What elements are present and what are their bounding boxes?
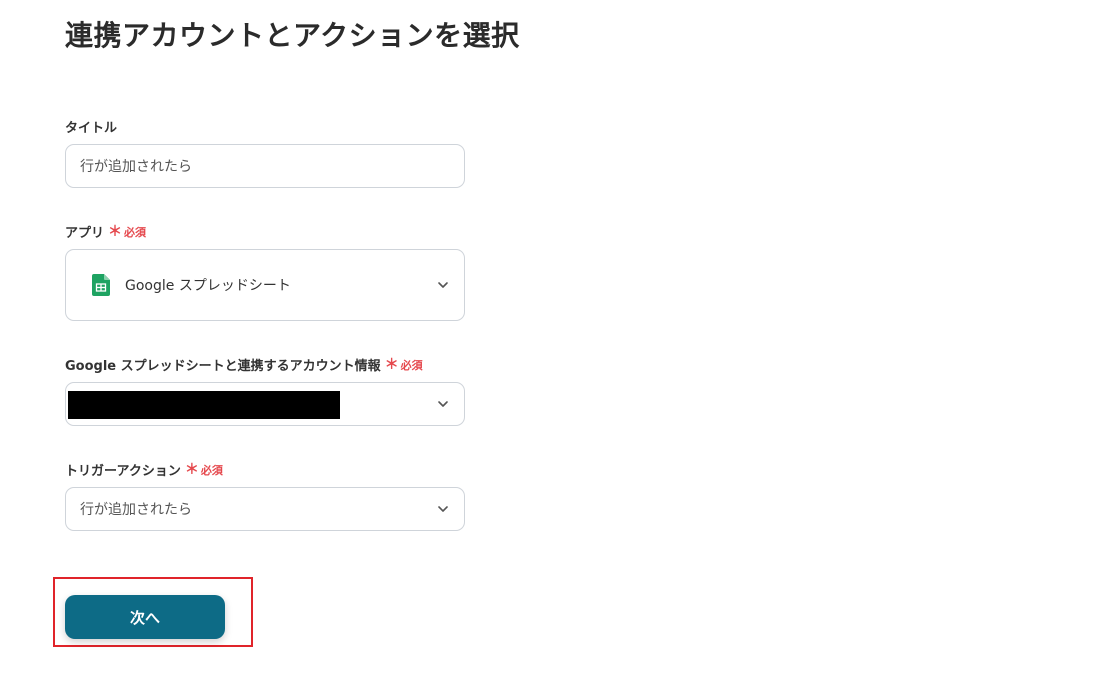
account-field-label: Google スプレッドシートと連携するアカウント情報 ＊ 必須 [65, 355, 423, 375]
trigger-field-label: トリガーアクション ＊ 必須 [65, 460, 223, 480]
app-field-label: アプリ ＊ 必須 [65, 222, 146, 242]
title-input[interactable]: 行が追加されたら [65, 144, 465, 188]
required-badge: ＊ 必須 [185, 462, 223, 478]
required-star: ＊ [384, 356, 399, 373]
required-star: ＊ [108, 223, 123, 240]
next-button[interactable]: 次へ [65, 595, 225, 639]
redacted-account-value [68, 391, 340, 419]
account-label-text: Google スプレッドシートと連携するアカウント情報 [65, 359, 381, 374]
app-label-text: アプリ [65, 226, 105, 241]
selected-app-name: Google スプレッドシート [125, 278, 291, 294]
app-select[interactable]: Google スプレッドシート [65, 249, 465, 321]
required-text: 必須 [124, 225, 147, 239]
google-sheets-icon [92, 274, 110, 296]
chevron-down-icon [438, 506, 448, 512]
trigger-action-select[interactable]: 行が追加されたら [65, 487, 465, 531]
trigger-action-value: 行が追加されたら [80, 502, 192, 518]
required-star: ＊ [184, 461, 199, 478]
title-input-value: 行が追加されたら [80, 159, 192, 175]
required-badge: ＊ 必須 [108, 224, 146, 240]
required-text: 必須 [200, 463, 223, 477]
chevron-down-icon [438, 282, 448, 288]
chevron-down-icon [438, 401, 448, 407]
trigger-label-text: トリガーアクション [65, 464, 181, 479]
required-text: 必須 [400, 358, 423, 372]
required-badge: ＊ 必須 [385, 357, 423, 373]
title-label-text: タイトル [65, 121, 118, 136]
title-field-label: タイトル [65, 117, 117, 136]
page-title: 連携アカウントとアクションを選択 [65, 19, 520, 52]
account-select[interactable] [65, 382, 465, 426]
